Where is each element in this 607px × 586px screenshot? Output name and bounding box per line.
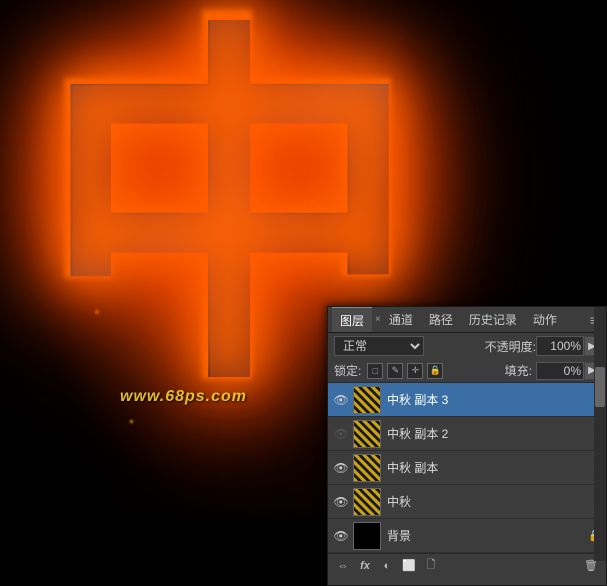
lock-label: 锁定: [334,362,361,379]
layer-item-bg[interactable]: 👁 背景 🔒 [328,519,606,553]
layer-2-name: 中秋 副本 [387,459,589,476]
new-layer-btn[interactable]: 🗋 [421,557,441,575]
blend-opacity-row: 正常 不透明度: ▶ [328,333,606,359]
layer-1-name: 中秋 [387,493,589,510]
tab-channels[interactable]: 通道 [381,307,421,332]
scrollbar-thumb[interactable] [595,367,605,407]
layer-bg-visibility[interactable]: 👁 [332,527,350,545]
tab-layers[interactable]: 图层 [332,307,372,332]
tab-actions[interactable]: 动作 [525,307,565,332]
panel-toolbar: ⇔ fx ◐ ⬜ 🗋 🗑 [328,553,606,577]
layer-3-thumb [353,420,381,448]
layer-4-thumb [353,386,381,414]
layer-item-3[interactable]: 👁 中秋 副本 2 fx [328,417,606,451]
layer-bg-name: 背景 [387,527,586,544]
layer-4-visibility[interactable]: 👁 [332,391,350,409]
tab-paths[interactable]: 路径 [421,307,461,332]
fill-input[interactable] [536,362,584,380]
lock-all-icon[interactable]: 🔒 [427,363,443,379]
new-group-btn[interactable]: ⬜ [399,557,419,575]
layer-4-name: 中秋 副本 3 [387,391,589,408]
link-layers-btn[interactable]: ⇔ [333,557,353,575]
layer-1-thumb [353,488,381,516]
layer-item-4[interactable]: 👁 中秋 副本 3 fx [328,383,606,417]
lock-image-icon[interactable]: ✎ [387,363,403,379]
layer-2-thumb [353,454,381,482]
opacity-label: 不透明度: [485,338,536,355]
lock-transparent-icon[interactable]: □ [367,363,383,379]
panel-tabs: 图层 × 通道 路径 历史记录 动作 ≡ [328,307,606,333]
add-mask-btn[interactable]: ◐ [377,557,397,575]
watermark: www.68ps.com [120,388,247,406]
layer-3-name: 中秋 副本 2 [387,425,589,442]
blend-mode-select[interactable]: 正常 [334,336,424,356]
layer-1-visibility[interactable]: 👁 [332,493,350,511]
layer-2-visibility[interactable]: 👁 [332,459,350,477]
lock-fill-row: 锁定: □ ✎ ✛ 🔒 填充: ▶ [328,359,606,383]
add-fx-btn[interactable]: fx [355,557,375,575]
fill-label: 填充: [505,362,532,379]
layer-item-2[interactable]: 👁 中秋 副本 fx [328,451,606,485]
tab-history[interactable]: 历史记录 [461,307,525,332]
layer-bg-thumb [353,522,381,550]
layer-item-1[interactable]: 👁 中秋 fx [328,485,606,519]
lock-position-icon[interactable]: ✛ [407,363,423,379]
layer-3-visibility[interactable]: 👁 [332,425,350,443]
layers-list: 👁 中秋 副本 3 fx 👁 中秋 副本 2 fx 👁 中秋 副本 fx [328,383,606,553]
layers-panel: 图层 × 通道 路径 历史记录 动作 ≡ 正常 不透明度: ▶ 锁定: □ ✎ … [327,306,607,586]
layers-scrollbar[interactable] [594,307,606,561]
opacity-input[interactable] [536,336,584,356]
